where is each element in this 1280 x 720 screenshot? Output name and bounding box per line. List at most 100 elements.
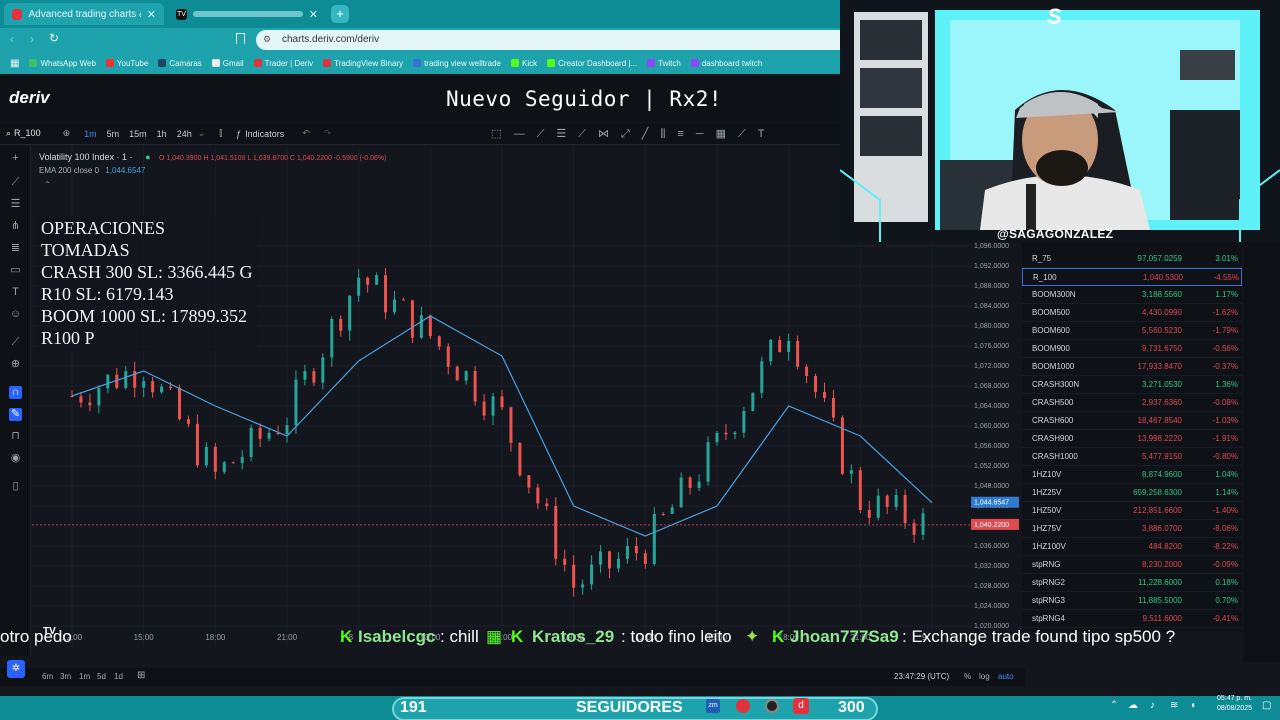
text-icon[interactable]: T bbox=[9, 286, 22, 299]
timeframe-5m[interactable]: 5m bbox=[107, 129, 120, 139]
candle-body bbox=[142, 381, 146, 388]
chevron-down-icon[interactable]: ⌄ bbox=[198, 128, 206, 139]
range-1d[interactable]: 1d bbox=[114, 672, 123, 681]
forward-icon[interactable]: › bbox=[30, 32, 34, 46]
zoom-icon[interactable]: ⊕ bbox=[9, 358, 22, 371]
undo-icon[interactable]: ↶ bbox=[302, 128, 310, 139]
microphone-icon[interactable]: ♪ bbox=[1150, 700, 1155, 711]
trendline-icon[interactable]: ⟋ bbox=[9, 176, 22, 189]
watchlist-row[interactable]: CRASH900 13,998.2220 -1.91% bbox=[1022, 430, 1242, 448]
volume-icon[interactable]: ◖ bbox=[1190, 700, 1196, 711]
watchlist-row[interactable]: 1HZ75V 3,886.0700 -8.06% bbox=[1022, 520, 1242, 538]
brave-icon[interactable] bbox=[736, 699, 750, 713]
range-1m[interactable]: 1m bbox=[79, 672, 90, 681]
close-tab-icon[interactable]: ✕ bbox=[147, 8, 156, 21]
site-info-icon[interactable]: ⚙ bbox=[263, 34, 271, 45]
apps-grid-icon[interactable]: ▦ bbox=[10, 58, 19, 69]
watchlist-row[interactable]: R_100 1,040.5300 -4.55% bbox=[1022, 268, 1242, 286]
watchlist-row[interactable]: BOOM1000 17,933.8470 -0.37% bbox=[1022, 358, 1242, 376]
timeframe-24h[interactable]: 24h bbox=[177, 129, 192, 139]
tab-tradingview[interactable]: TV ✕ bbox=[168, 3, 326, 25]
watchlist-row[interactable]: stpRNG3 11,885.5000 0.70% bbox=[1022, 592, 1242, 610]
log-toggle[interactable]: log bbox=[979, 672, 990, 681]
bookmark-creator-dashboard[interactable]: Creator Dashboard |... bbox=[547, 59, 637, 68]
tab-deriv[interactable]: Advanced trading charts & tool ✕ bbox=[4, 3, 164, 25]
reload-icon[interactable]: ↻ bbox=[49, 31, 59, 45]
app-zm-icon[interactable]: zm bbox=[706, 699, 720, 713]
close-tab-icon[interactable]: ✕ bbox=[309, 8, 318, 21]
back-icon[interactable]: ‹ bbox=[10, 32, 14, 46]
timeframe-15m[interactable]: 15m bbox=[129, 129, 147, 139]
crosshair-icon[interactable]: + bbox=[9, 152, 22, 165]
watchlist-row[interactable]: R_75 97,057.0259 3.01% bbox=[1022, 250, 1242, 268]
onedrive-icon[interactable]: ☁ bbox=[1128, 700, 1138, 711]
emoji-icon[interactable]: ☺ bbox=[9, 308, 22, 321]
obs-icon[interactable] bbox=[765, 699, 779, 713]
watchlist-row[interactable]: BOOM900 9,731.6750 -0.56% bbox=[1022, 340, 1242, 358]
watchlist-price: 17,933.8470 bbox=[1137, 362, 1183, 371]
wifi-icon[interactable]: ≋ bbox=[1170, 700, 1178, 711]
watchlist-price: 11,228.6000 bbox=[1138, 578, 1182, 587]
watchlist-row[interactable]: CRASH1000 5,477.9150 -0.80% bbox=[1022, 448, 1242, 466]
watchlist-row[interactable]: 1HZ100V 484.8200 -8.22% bbox=[1022, 538, 1242, 556]
percent-toggle[interactable]: % bbox=[964, 672, 971, 681]
rectangle-icon[interactable]: ▭ bbox=[9, 264, 22, 277]
bookmark-icon[interactable] bbox=[236, 33, 245, 44]
system-clock[interactable]: 05:47 p. m. 08/08/2025 bbox=[1208, 694, 1252, 714]
y-tick-label: 1,048.0000 bbox=[974, 483, 1009, 490]
watchlist-row[interactable]: BOOM500 4,430.0990 -1.62% bbox=[1022, 304, 1242, 322]
deriv-app-icon[interactable]: d bbox=[793, 698, 809, 714]
bookmark-twitch[interactable]: Twitch bbox=[647, 59, 681, 68]
timeframe-1h[interactable]: 1h bbox=[157, 129, 167, 139]
candle-type-icon[interactable]: ⫿ bbox=[219, 128, 222, 139]
indicators-button[interactable]: ƒ Indicators bbox=[236, 129, 284, 139]
range-3m[interactable]: 3m bbox=[60, 672, 71, 681]
watchlist-row[interactable]: CRASH600 18,467.8540 -1.03% bbox=[1022, 412, 1242, 430]
watchlist-row[interactable]: stpRNG 8,230.2000 -0.09% bbox=[1022, 556, 1242, 574]
notifications-icon[interactable]: ▢ bbox=[1262, 700, 1271, 711]
watchlist-row[interactable]: BOOM600 5,560.5230 -1.79% bbox=[1022, 322, 1242, 340]
tray-chevron-icon[interactable]: ⌃ bbox=[1110, 700, 1118, 711]
watchlist-row[interactable]: 1HZ10V 8,874.9600 1.04% bbox=[1022, 466, 1242, 484]
bookmark-whatsapp[interactable]: WhatsApp Web bbox=[29, 59, 96, 68]
date-range-icon[interactable]: ⊞ bbox=[137, 670, 145, 681]
trash-icon[interactable]: ▯ bbox=[9, 480, 22, 493]
watchlist-row[interactable]: CRASH500 2,937.6360 -0.08% bbox=[1022, 394, 1242, 412]
watchlist-row[interactable]: 1HZ25V 659,258.6300 1.14% bbox=[1022, 484, 1242, 502]
auto-toggle[interactable]: auto bbox=[998, 672, 1014, 681]
watchlist-row[interactable]: 1HZ50V 212,851.6600 -1.40% bbox=[1022, 502, 1242, 520]
bookmark-camaras[interactable]: Camaras bbox=[158, 59, 202, 68]
bookmark-youtube[interactable]: YouTube bbox=[105, 59, 148, 68]
ruler-icon[interactable]: ⟋ bbox=[9, 336, 22, 349]
range-6m[interactable]: 6m bbox=[42, 672, 53, 681]
watchlist-row[interactable]: stpRNG2 11,228.6000 0.18% bbox=[1022, 574, 1242, 592]
eye-icon[interactable]: ◉ bbox=[9, 452, 22, 465]
new-tab-button[interactable]: + bbox=[331, 5, 349, 23]
bookmark-kick[interactable]: Kick bbox=[511, 59, 537, 68]
watchlist-row[interactable]: BOOM300N 3,188.5560 1.17% bbox=[1022, 286, 1242, 304]
candle-body bbox=[670, 507, 674, 514]
collapse-legend-icon[interactable]: ⌃ bbox=[44, 180, 51, 189]
redo-icon[interactable]: ↷ bbox=[324, 128, 332, 139]
watchlist-change: 0.70% bbox=[1215, 596, 1238, 605]
lock-icon[interactable]: ⊓ bbox=[9, 430, 22, 443]
ema-legend[interactable]: EMA 200 close 0 1,044.6547 bbox=[39, 166, 145, 175]
fib-icon[interactable]: ☰ bbox=[9, 198, 22, 211]
bookmark-tradingview-welltrade[interactable]: trading view welltrade bbox=[413, 59, 501, 68]
symbol-search[interactable]: ⌕ R_100 bbox=[6, 128, 41, 139]
pattern-icon[interactable]: ≣ bbox=[9, 242, 22, 255]
watchlist-row[interactable]: CRASH300N 3,271.0530 1.36% bbox=[1022, 376, 1242, 394]
timeframe-1m[interactable]: 1m bbox=[84, 129, 97, 139]
bookmark-trader-deriv[interactable]: Trader | Deriv bbox=[253, 59, 313, 68]
add-symbol-icon[interactable]: ⊕ bbox=[63, 128, 71, 139]
drawing-tools-icons[interactable]: ⬚—⟋☰⟋⋈⤢╱⫼≡─▦⟋T bbox=[491, 127, 776, 141]
settings-gear-icon[interactable]: ✲ bbox=[7, 660, 25, 678]
address-bar[interactable]: charts.deriv.com/deriv bbox=[256, 30, 840, 50]
bookmark-tradingview-binary[interactable]: TradingView Binary bbox=[323, 59, 403, 68]
bookmark-gmail[interactable]: Gmail bbox=[211, 59, 244, 68]
bookmark-dashboard-twitch[interactable]: dashboard twitch bbox=[690, 59, 762, 68]
pencil-lock-icon[interactable]: ✎ bbox=[9, 408, 22, 421]
range-5d[interactable]: 5d bbox=[97, 672, 106, 681]
pitchfork-icon[interactable]: ⋔ bbox=[9, 220, 22, 233]
magnet-icon[interactable]: ∩ bbox=[9, 386, 22, 399]
